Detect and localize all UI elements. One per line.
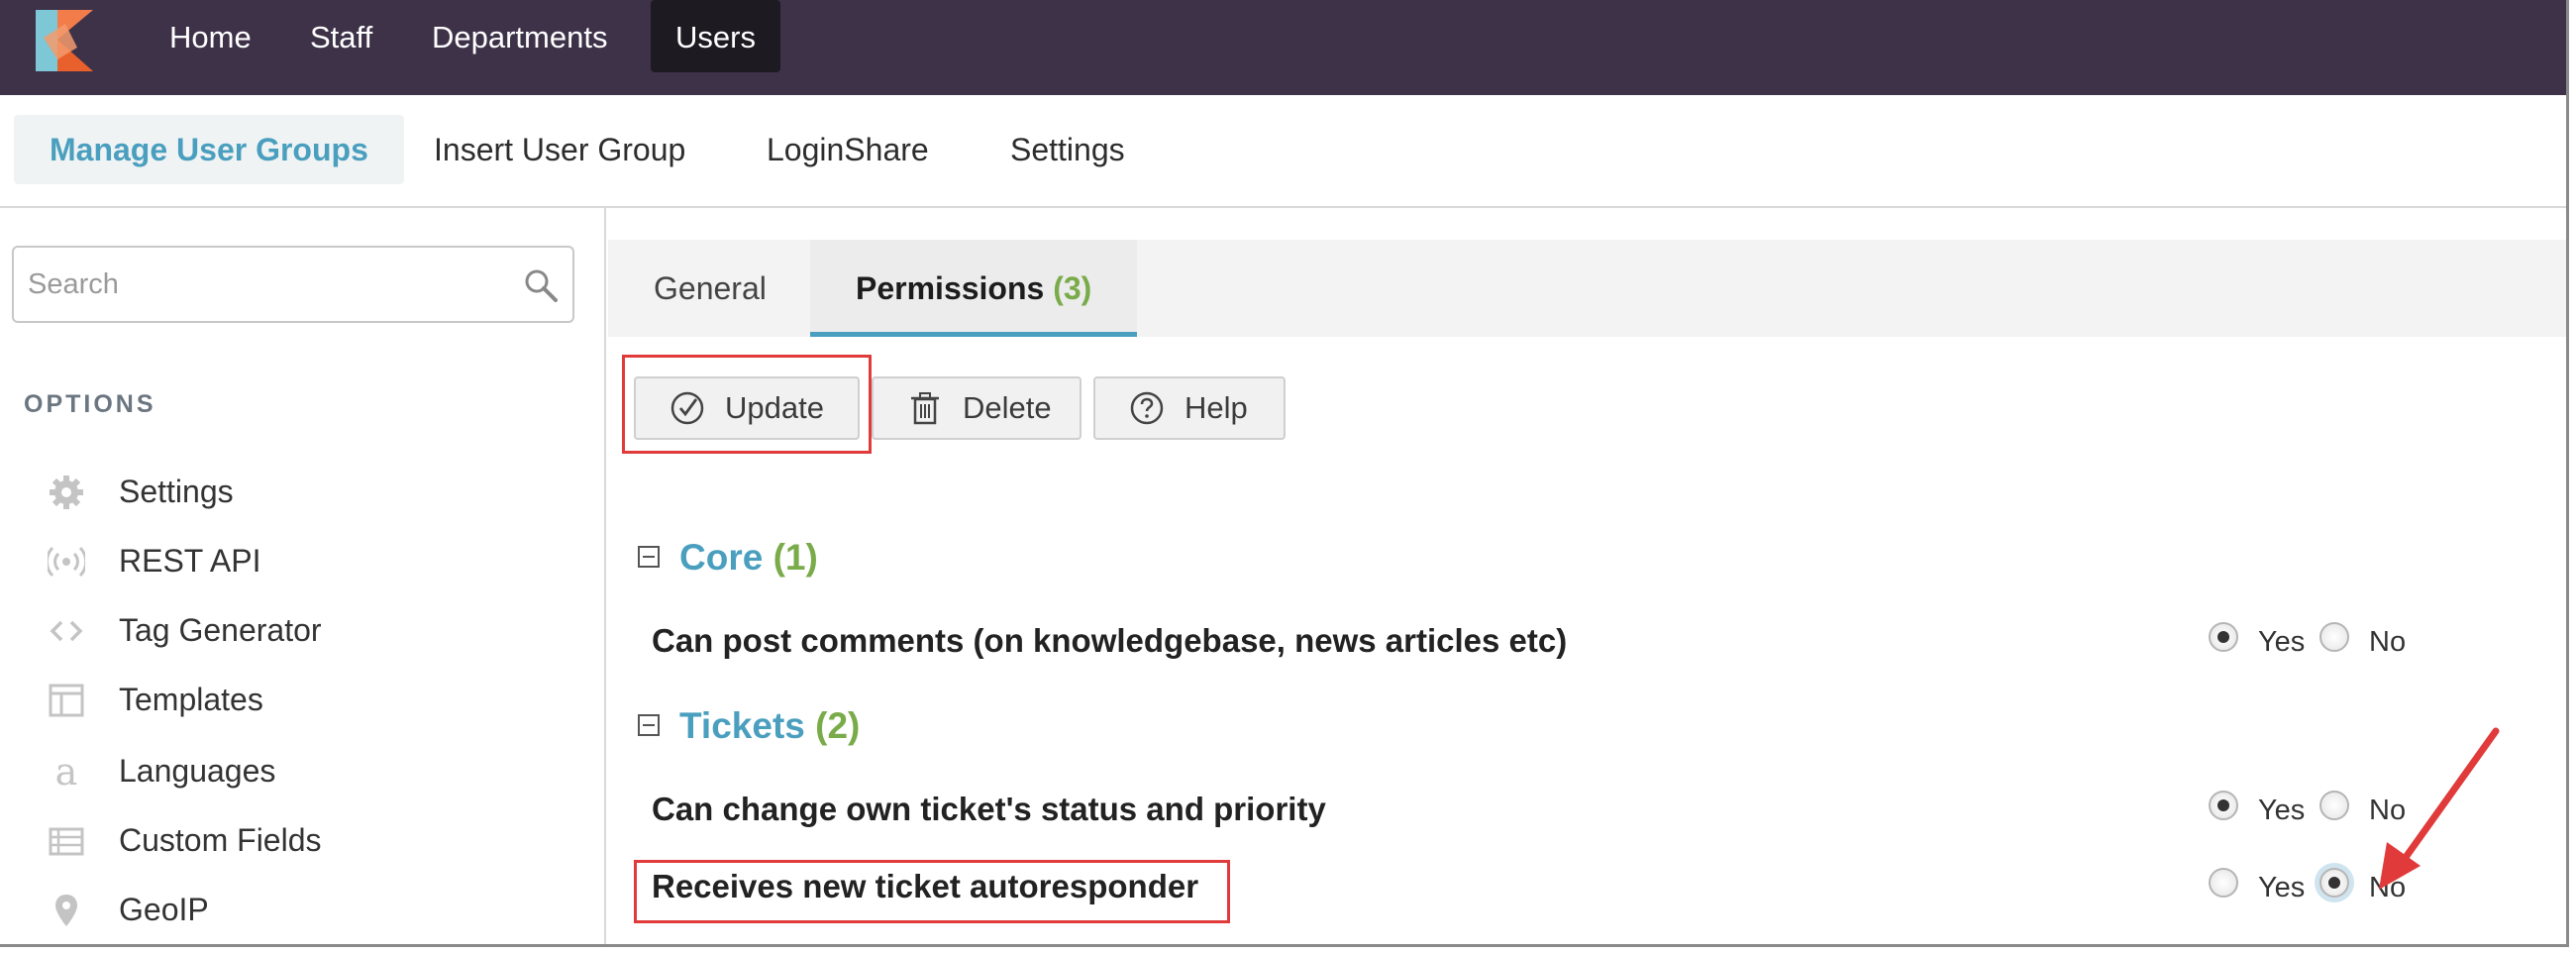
- subnav-manage-user-groups[interactable]: Manage User Groups: [14, 115, 404, 184]
- radio-yes[interactable]: [2209, 622, 2238, 652]
- permission-row: Can change own ticket's status and prior…: [608, 781, 2566, 840]
- sidebar-item-tag-generator[interactable]: Tag Generator: [48, 606, 582, 656]
- main-content: General Permissions (3) Update Delete He…: [608, 210, 2566, 944]
- app-window: Home Staff Departments Users Manage User…: [0, 0, 2569, 947]
- yes-no-radio-group: Yes No: [2209, 622, 2446, 662]
- sidebar-item-settings[interactable]: Settings: [48, 468, 582, 517]
- radio-yes-label: Yes: [2258, 872, 2306, 903]
- autoresponder-highlight-box: [634, 860, 1230, 923]
- sidebar-item-label: Settings: [119, 474, 234, 509]
- nav-users[interactable]: Users: [651, 0, 780, 72]
- radio-yes-label: Yes: [2258, 626, 2306, 658]
- radio-no-label: No: [2369, 626, 2407, 658]
- code-icon: [50, 620, 83, 642]
- help-button-label: Help: [1185, 390, 1248, 425]
- nav-departments[interactable]: Departments: [407, 0, 632, 72]
- section-tickets-title: Tickets: [679, 705, 805, 746]
- map-pin-icon: [55, 895, 77, 926]
- top-navigation: Home Staff Departments Users: [0, 0, 2566, 95]
- options-heading: OPTIONS: [24, 390, 156, 418]
- tab-permissions-count: (3): [1053, 270, 1092, 306]
- sidebar-item-rest-api[interactable]: REST API: [48, 537, 582, 586]
- radio-no[interactable]: [2319, 868, 2349, 898]
- annotation-arrow-icon: [2379, 727, 2500, 890]
- delete-button-label: Delete: [963, 390, 1052, 425]
- tab-general-label: General: [654, 270, 767, 306]
- sidebar-item-label: Languages: [119, 753, 276, 789]
- permission-label: Can post comments (on knowledgebase, new…: [652, 622, 1568, 659]
- help-button[interactable]: Help: [1093, 376, 1286, 440]
- sidebar-item-label: Tag Generator: [119, 612, 322, 648]
- tab-bar: General Permissions (3): [608, 240, 2566, 337]
- section-core-title: Core: [679, 537, 764, 578]
- tab-permissions[interactable]: Permissions (3): [810, 240, 1138, 337]
- gear-icon: [50, 476, 83, 509]
- sidebar-item-languages[interactable]: a Languages: [48, 747, 582, 796]
- tab-permissions-label: Permissions: [856, 270, 1045, 306]
- sidebar-item-label: Templates: [119, 682, 263, 717]
- sidebar-item-label: GeoIP: [119, 892, 209, 927]
- sidebar-item-geoip[interactable]: GeoIP: [48, 886, 582, 935]
- section-core-count: (1): [773, 537, 818, 578]
- section-core-header[interactable]: Core (1): [638, 537, 818, 579]
- list-icon: [49, 827, 84, 856]
- broadcast-icon: [48, 546, 85, 578]
- section-tickets-count: (2): [815, 705, 861, 746]
- subnav-loginshare[interactable]: LoginShare: [731, 115, 965, 184]
- delete-button[interactable]: Delete: [872, 376, 1082, 440]
- sidebar-item-label: Custom Fields: [119, 822, 322, 858]
- nav-staff[interactable]: Staff: [285, 0, 397, 72]
- template-icon: [49, 684, 84, 717]
- sidebar-item-custom-fields[interactable]: Custom Fields: [48, 816, 582, 866]
- radio-no[interactable]: [2319, 791, 2349, 820]
- update-highlight-box: [622, 355, 872, 454]
- search-input[interactable]: [14, 248, 509, 321]
- search-box: [12, 246, 574, 323]
- subnav-insert-user-group[interactable]: Insert User Group: [398, 115, 721, 184]
- language-icon: a: [54, 750, 78, 794]
- permission-label: Can change own ticket's status and prior…: [652, 791, 1326, 827]
- help-circle-icon: [1130, 391, 1164, 425]
- nav-home[interactable]: Home: [145, 0, 276, 72]
- permission-row: Can post comments (on knowledgebase, new…: [608, 612, 2566, 672]
- sidebar: OPTIONS Settings REST API: [0, 208, 606, 944]
- subnav-settings[interactable]: Settings: [975, 115, 1161, 184]
- radio-yes-label: Yes: [2258, 795, 2306, 826]
- trash-icon: [911, 392, 939, 425]
- kayako-logo-icon[interactable]: [36, 10, 93, 71]
- collapse-icon[interactable]: [638, 714, 660, 737]
- sidebar-item-label: REST API: [119, 543, 261, 579]
- tab-general[interactable]: General: [608, 240, 812, 337]
- radio-yes[interactable]: [2209, 868, 2238, 898]
- section-tickets-header[interactable]: Tickets (2): [638, 705, 860, 747]
- radio-no[interactable]: [2319, 622, 2349, 652]
- collapse-icon[interactable]: [638, 546, 660, 569]
- sidebar-item-templates[interactable]: Templates: [48, 676, 582, 725]
- radio-yes[interactable]: [2209, 791, 2238, 820]
- sub-navigation: Manage User Groups Insert User Group Log…: [0, 95, 2566, 208]
- search-icon[interactable]: [523, 267, 559, 303]
